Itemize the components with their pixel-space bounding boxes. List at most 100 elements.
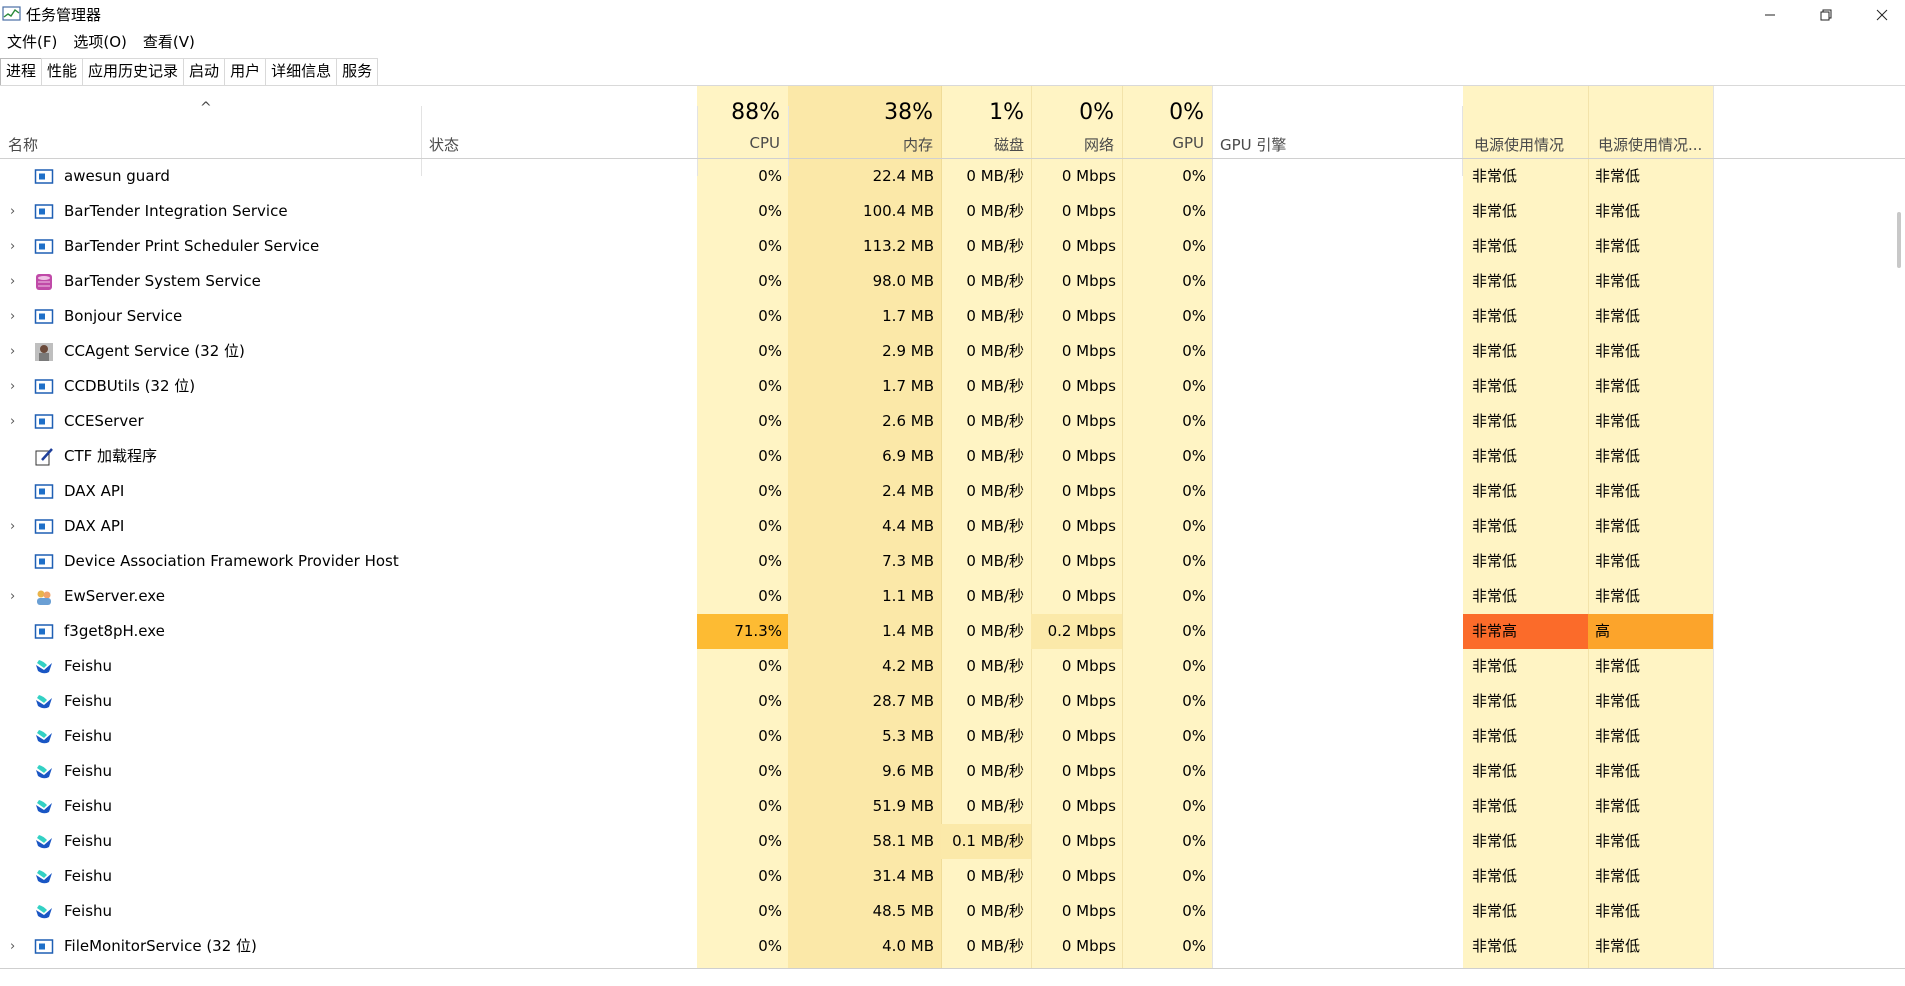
gpu-value: 0%: [1182, 727, 1206, 745]
tab-processes[interactable]: 进程: [0, 58, 43, 86]
disk-value: 0 MB/秒: [966, 867, 1024, 885]
table-row[interactable]: Feishu 0% 58.1 MB 0.1 MB/秒 0 Mbps 0% 非常低 非常低: [0, 824, 1905, 859]
process-name: f3get8pH.exe: [64, 622, 165, 640]
table-row[interactable]: › BarTender Integration Service 0% 100.4 MB…: [0, 194, 1905, 229]
gpu-value: 0%: [1182, 237, 1206, 255]
process-name: CCDBUtils (32 位): [64, 377, 196, 395]
power-usage-value: 非常低: [1472, 797, 1518, 815]
menu-file[interactable]: 文件(F): [0, 30, 65, 54]
power-trend-value: 非常低: [1595, 307, 1641, 325]
restore-button[interactable]: [1798, 0, 1854, 30]
power-usage-value: 非常低: [1472, 832, 1518, 850]
column-header-cpu[interactable]: CPU: [700, 134, 781, 152]
network-value: 0 Mbps: [1061, 447, 1116, 465]
table-row[interactable]: Feishu 0% 4.2 MB 0 MB/秒 0 Mbps 0% 非常低 非常低: [0, 649, 1905, 684]
expand-chevron-icon[interactable]: ›: [10, 404, 22, 439]
gpu-value: 0%: [1182, 342, 1206, 360]
window-title: 任务管理器: [26, 6, 102, 24]
process-name: Feishu: [64, 692, 113, 710]
tab-app-history[interactable]: 应用历史记录: [82, 58, 185, 85]
table-row[interactable]: Feishu 0% 51.9 MB 0 MB/秒 0 Mbps 0% 非常低 非常低: [0, 789, 1905, 824]
memory-total: 38%: [884, 100, 933, 125]
column-header-status[interactable]: 状态: [429, 134, 459, 155]
table-row[interactable]: Feishu 0% 9.6 MB 0 MB/秒 0 Mbps 0% 非常低 非常低: [0, 754, 1905, 789]
network-value: 0 Mbps: [1061, 832, 1116, 850]
table-row[interactable]: › CCDBUtils (32 位) 0% 1.7 MB 0 MB/秒 0 Mbps 0% 非…: [0, 369, 1905, 404]
network-value: 0 Mbps: [1061, 727, 1116, 745]
table-row[interactable]: Feishu 0% 48.5 MB 0 MB/秒 0 Mbps 0% 非常低 非常低: [0, 894, 1905, 929]
table-row[interactable]: › EwServer.exe 0% 1.1 MB 0 MB/秒 0 Mbps 0% 非常低 非常…: [0, 579, 1905, 614]
menu-view[interactable]: 查看(V): [135, 30, 203, 54]
table-row[interactable]: awesun guard 0% 22.4 MB 0 MB/秒 0 Mbps 0% 非常低 非常…: [0, 159, 1905, 194]
minimize-icon: [1765, 14, 1775, 16]
table-row[interactable]: › CCAgent Service (32 位) 0% 2.9 MB 0 MB/秒 0 M…: [0, 334, 1905, 369]
column-header-gpu[interactable]: GPU: [1124, 134, 1204, 152]
gpu-value: 0%: [1182, 482, 1206, 500]
tab-details[interactable]: 详细信息: [265, 58, 338, 85]
gpu-value: 0%: [1182, 307, 1206, 325]
table-row[interactable]: DAX API 0% 2.4 MB 0 MB/秒 0 Mbps 0% 非常低 非常低: [0, 474, 1905, 509]
process-name: Feishu: [64, 832, 113, 850]
tab-startup[interactable]: 启动: [183, 58, 226, 85]
table-row[interactable]: › CCEServer 0% 2.6 MB 0 MB/秒 0 Mbps 0% 非常低 非常低: [0, 404, 1905, 439]
column-header-memory[interactable]: 内存: [800, 134, 933, 155]
power-trend-value: 非常低: [1595, 832, 1641, 850]
restore-icon: [1820, 9, 1832, 21]
table-row[interactable]: Feishu 0% 28.7 MB 0 MB/秒 0 Mbps 0% 非常低 非常低: [0, 684, 1905, 719]
expand-chevron-icon[interactable]: ›: [10, 264, 22, 299]
table-row[interactable]: › BarTender Print Scheduler Service 0% 113.…: [0, 229, 1905, 264]
tab-performance[interactable]: 性能: [41, 58, 84, 85]
close-button[interactable]: [1854, 0, 1905, 30]
expand-chevron-icon[interactable]: ›: [10, 509, 22, 544]
disk-value: 0 MB/秒: [966, 482, 1024, 500]
column-header-power-trend[interactable]: 电源使用情况...: [1598, 134, 1702, 155]
disk-value: 0 MB/秒: [966, 797, 1024, 815]
gpu-value: 0%: [1182, 937, 1206, 955]
expand-chevron-icon[interactable]: ›: [10, 579, 22, 614]
title-bar: 任务管理器: [0, 0, 1905, 30]
vertical-scrollbar-thumb[interactable]: [1897, 212, 1901, 268]
tab-services[interactable]: 服务: [336, 58, 379, 85]
memory-value: 6.9 MB: [882, 447, 934, 465]
column-header-power[interactable]: 电源使用情况: [1474, 134, 1564, 155]
cpu-value: 0%: [758, 727, 782, 745]
memory-value: 51.9 MB: [872, 797, 934, 815]
table-row[interactable]: CTF 加载程序 0% 6.9 MB 0 MB/秒 0 Mbps 0% 非常低 非常低: [0, 439, 1905, 474]
expand-chevron-icon[interactable]: ›: [10, 229, 22, 264]
service-icon: [34, 937, 54, 972]
table-row[interactable]: › DAX API 0% 4.4 MB 0 MB/秒 0 Mbps 0% 非常低 非常低: [0, 509, 1905, 544]
table-row[interactable]: › FileMonitorService (32 位) 0% 4.0 MB 0 MB/秒…: [0, 929, 1905, 964]
process-name: Feishu: [64, 902, 113, 920]
table-row[interactable]: f3get8pH.exe 71.3% 1.4 MB 0 MB/秒 0.2 Mbps 0% 非…: [0, 614, 1905, 649]
column-header-disk[interactable]: 磁盘: [944, 134, 1024, 155]
table-row[interactable]: › BarTender System Service 0% 98.0 MB 0 MB/秒…: [0, 264, 1905, 299]
memory-value: 1.4 MB: [882, 622, 934, 640]
expand-chevron-icon[interactable]: ›: [10, 929, 22, 964]
expand-chevron-icon[interactable]: ›: [10, 369, 22, 404]
expand-chevron-icon[interactable]: ›: [10, 299, 22, 334]
memory-value: 1.7 MB: [882, 307, 934, 325]
column-header-gpu-engine[interactable]: GPU 引擎: [1220, 134, 1286, 155]
process-table: ^ 88% 38% 1% 0% 0% 名称 状态 CPU 内存 磁盘 网络 GP…: [0, 86, 1905, 986]
expand-chevron-icon[interactable]: ›: [10, 194, 22, 229]
network-value: 0 Mbps: [1061, 237, 1116, 255]
memory-value: 9.6 MB: [882, 762, 934, 780]
table-row[interactable]: Feishu 0% 31.4 MB 0 MB/秒 0 Mbps 0% 非常低 非常低: [0, 859, 1905, 894]
expand-chevron-icon[interactable]: ›: [10, 334, 22, 369]
power-usage-value: 非常低: [1472, 867, 1518, 885]
tab-users[interactable]: 用户: [224, 58, 267, 85]
column-header-name[interactable]: 名称: [8, 134, 38, 155]
power-trend-value: 非常低: [1595, 447, 1641, 465]
disk-value: 0.1 MB/秒: [952, 832, 1024, 850]
power-trend-value: 非常低: [1595, 587, 1641, 605]
gpu-total: 0%: [1169, 100, 1204, 125]
disk-value: 0 MB/秒: [966, 657, 1024, 675]
cpu-value: 71.3%: [734, 622, 782, 640]
table-row[interactable]: Device Association Framework Provider Ho…: [0, 544, 1905, 579]
table-row[interactable]: Feishu 0% 5.3 MB 0 MB/秒 0 Mbps 0% 非常低 非常低: [0, 719, 1905, 754]
table-row[interactable]: › Bonjour Service 0% 1.7 MB 0 MB/秒 0 Mbps 0% 非常…: [0, 299, 1905, 334]
power-trend-value: 非常低: [1595, 482, 1641, 500]
minimize-button[interactable]: [1742, 0, 1798, 30]
column-header-network[interactable]: 网络: [1034, 134, 1114, 155]
menu-options[interactable]: 选项(O): [65, 30, 135, 54]
